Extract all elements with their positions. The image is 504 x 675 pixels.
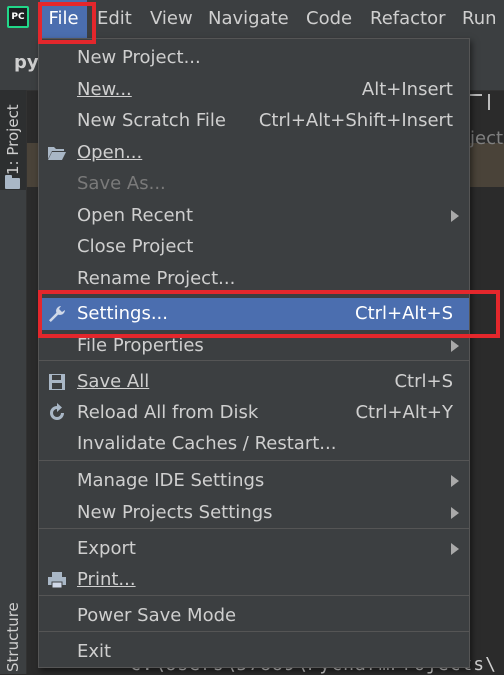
save-all-label: Save All [77, 371, 150, 392]
export-label: Export [77, 538, 136, 559]
save-all-icon [49, 374, 65, 390]
new-projects-settings-label: New Projects Settings [77, 502, 273, 523]
file-properties-label: File Properties [77, 335, 204, 356]
menu-item-save-all[interactable]: Save All Ctrl+S [39, 366, 469, 398]
menu-item-settings[interactable]: Settings... Ctrl+Alt+S [39, 298, 469, 330]
folder-icon [5, 175, 20, 189]
menu-separator [39, 360, 469, 361]
menu-separator [39, 291, 469, 292]
new-label: New... [77, 79, 132, 100]
menu-separator [39, 595, 469, 596]
new-scratch-shortcut: Ctrl+Alt+Shift+Insert [258, 110, 453, 131]
structure-tool-tab[interactable]: Structure [0, 600, 26, 674]
menu-navigate[interactable]: Navigate [208, 0, 289, 38]
menu-file[interactable]: File [40, 0, 87, 38]
menu-item-open[interactable]: Open... [39, 137, 469, 169]
menu-edit[interactable]: Edit [97, 0, 132, 38]
menu-separator [39, 631, 469, 632]
menu-separator [39, 460, 469, 461]
manage-ide-settings-label: Manage IDE Settings [77, 470, 265, 491]
project-tool-tab[interactable]: 1: Project [0, 90, 26, 190]
menu-item-new-projects-settings[interactable]: New Projects Settings [39, 497, 469, 529]
menu-run[interactable]: Run [462, 0, 497, 38]
settings-shortcut: Ctrl+Alt+S [355, 303, 453, 324]
open-label: Open... [77, 142, 143, 163]
submenu-arrow-icon [451, 475, 459, 487]
project-path-hint: ject [470, 128, 504, 149]
menu-item-exit[interactable]: Exit [39, 636, 469, 668]
submenu-arrow-icon [451, 210, 459, 222]
menu-item-power-save-mode[interactable]: Power Save Mode [39, 600, 469, 632]
settings-label: Settings... [77, 303, 168, 324]
reload-icon [50, 403, 64, 420]
menu-item-new[interactable]: New... Alt+Insert [39, 74, 469, 106]
print-label: Print... [77, 569, 136, 590]
menu-item-save-as: Save As... [39, 168, 469, 200]
menu-item-new-scratch-file[interactable]: New Scratch File Ctrl+Alt+Shift+Insert [39, 105, 469, 137]
submenu-arrow-icon [451, 340, 459, 352]
wrench-icon [49, 306, 65, 322]
open-recent-label: Open Recent [77, 205, 194, 226]
menu-item-manage-ide-settings[interactable]: Manage IDE Settings [39, 465, 469, 497]
submenu-arrow-icon [451, 507, 459, 519]
file-menu-dropdown: New Project... New... Alt+Insert New Scr… [38, 38, 470, 668]
save-all-shortcut: Ctrl+S [394, 371, 453, 392]
menu-item-new-project[interactable]: New Project... [39, 42, 469, 74]
reload-all-shortcut: Ctrl+Alt+Y [355, 402, 453, 423]
invalidate-caches-label: Invalidate Caches / Restart... [77, 433, 337, 454]
menu-item-file-properties[interactable]: File Properties [39, 330, 469, 362]
menu-item-open-recent[interactable]: Open Recent [39, 200, 469, 232]
new-project-label: New Project... [77, 47, 201, 68]
printer-icon [48, 572, 66, 589]
menu-item-close-project[interactable]: Close Project [39, 231, 469, 263]
menu-item-reload-all[interactable]: Reload All from Disk Ctrl+Alt+Y [39, 397, 469, 429]
menu-item-print[interactable]: Print... [39, 564, 469, 596]
collapse-icon[interactable] [468, 94, 482, 110]
reload-all-label: Reload All from Disk [77, 402, 259, 423]
menu-view[interactable]: View [150, 0, 193, 38]
settings-icon[interactable] [488, 94, 504, 110]
menu-item-export[interactable]: Export [39, 533, 469, 565]
menu-separator [39, 528, 469, 529]
submenu-arrow-icon [451, 543, 459, 555]
new-scratch-label: New Scratch File [77, 110, 226, 131]
new-shortcut: Alt+Insert [361, 79, 453, 100]
main-menu-bar: PC File Edit View Navigate Code Refactor… [0, 0, 504, 38]
close-project-label: Close Project [77, 236, 194, 257]
pycharm-logo-icon: PC [7, 6, 29, 28]
open-folder-icon [48, 147, 66, 160]
save-as-label: Save As... [77, 173, 166, 194]
menu-code[interactable]: Code [306, 0, 352, 38]
power-save-mode-label: Power Save Mode [77, 605, 237, 626]
exit-label: Exit [77, 641, 112, 662]
menu-item-invalidate-caches[interactable]: Invalidate Caches / Restart... [39, 428, 469, 460]
menu-refactor[interactable]: Refactor [370, 0, 446, 38]
